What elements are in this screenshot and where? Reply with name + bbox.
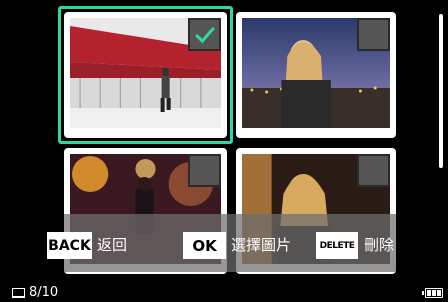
counter-text: 8/10	[29, 285, 59, 300]
delete-key[interactable]: DELETE	[316, 232, 358, 259]
delete-label: 刪除	[364, 236, 395, 254]
image-counter: 8/10	[12, 285, 58, 300]
back-label: 返回	[97, 236, 128, 254]
select-checkbox[interactable]	[188, 154, 221, 187]
select-checkbox[interactable]	[357, 18, 390, 51]
memory-card-icon	[12, 287, 25, 298]
selection-highlight	[58, 6, 233, 144]
thumbnail-2[interactable]	[236, 12, 396, 138]
select-image-label: 選擇圖片	[231, 236, 292, 254]
select-checkbox[interactable]	[357, 154, 390, 187]
back-key[interactable]: BACK	[47, 232, 92, 259]
status-bar	[0, 283, 448, 302]
scrollbar[interactable]	[439, 14, 443, 168]
ok-key[interactable]: OK	[183, 232, 226, 259]
battery-icon	[422, 288, 443, 298]
